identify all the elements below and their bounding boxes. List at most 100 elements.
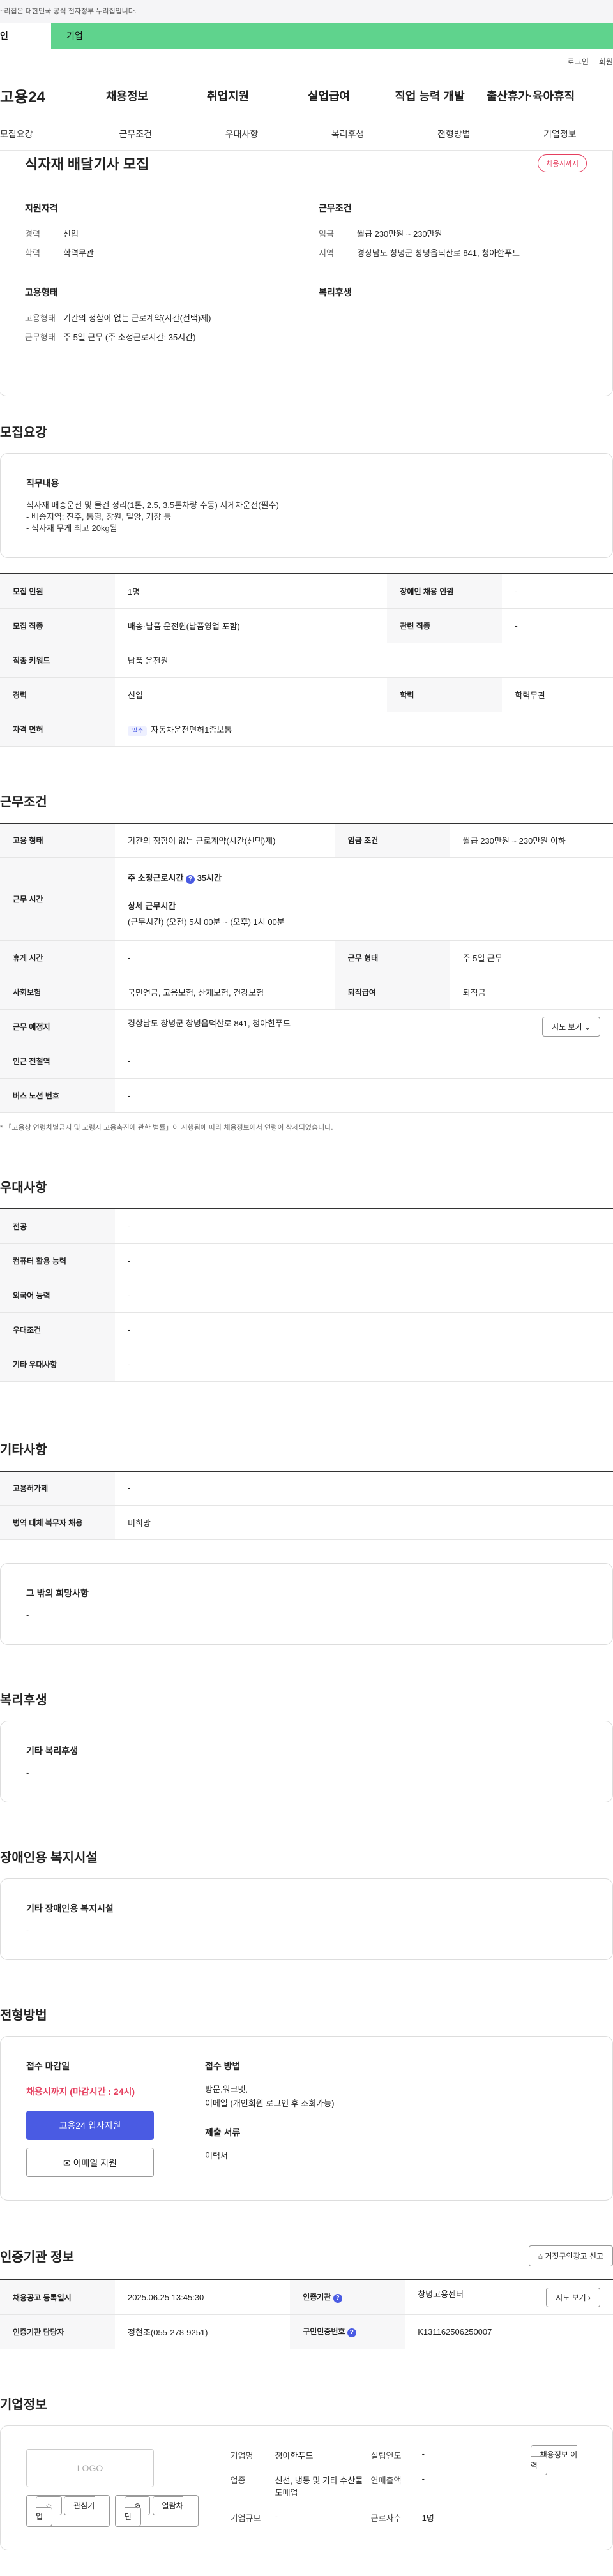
deadline-badge: 채용시까지 bbox=[538, 154, 587, 172]
deadline-value: 채용시까지 (마감시간 : 24시) bbox=[26, 2086, 135, 2097]
table-row: 외국어 능력 - bbox=[0, 1278, 613, 1313]
duty-box: 직무내용 식자재 배송운전 및 물건 정리(1톤, 2.5, 3.5톤차량 수동… bbox=[0, 453, 613, 558]
cell-value: - bbox=[115, 940, 335, 975]
docs-label: 제출 서류 bbox=[205, 2127, 241, 2138]
info-icon[interactable]: ? bbox=[185, 874, 195, 884]
cell-label: 기타 우대사항 bbox=[0, 1347, 115, 1382]
cell-label: 장애인 채용 인원 bbox=[387, 574, 503, 609]
employees-label: 근로자수 bbox=[370, 2513, 402, 2523]
company-name-label: 기업명 bbox=[230, 2450, 254, 2460]
region-value: 경상남도 창녕군 창녕읍덕산로 841, 청아한푸드 bbox=[357, 248, 520, 258]
cell-label: 관련 직종 bbox=[387, 608, 503, 643]
table-row: 사회보험 국민연금, 고용보험, 산재보험, 건강보험 퇴직급여 퇴직금 bbox=[0, 975, 613, 1010]
table-row: 고용허가제 - bbox=[0, 1471, 613, 1506]
login-link[interactable]: 로그인 bbox=[568, 56, 589, 67]
etc-section-title: 기타사항 bbox=[0, 1442, 47, 1457]
gnb-item-parental-leave[interactable]: 출산휴가·육아휴직 bbox=[480, 87, 581, 104]
gnb-item-unemployment-benefit[interactable]: 실업급여 bbox=[278, 87, 379, 104]
join-link[interactable]: 회원 bbox=[599, 56, 613, 67]
util-links: 로그인 회원 bbox=[0, 49, 613, 74]
cell-value: 필수 자동차운전면허1종보통 bbox=[115, 712, 613, 747]
user-type-tabs: 인 기업 bbox=[0, 23, 613, 49]
table-row: 우대조건 - bbox=[0, 1312, 613, 1347]
favorite-company-button[interactable]: ☆ 관심기업 bbox=[26, 2494, 110, 2527]
table-row: 모집 인원 1명 장애인 채용 인원 - bbox=[0, 574, 613, 609]
sales-label: 연매출액 bbox=[370, 2476, 402, 2486]
gnb-item-employment-support[interactable]: 취업지원 bbox=[178, 87, 278, 104]
welfare-section-title: 복리후생 bbox=[0, 1693, 47, 1707]
gnb-item-jobs[interactable]: 채용정보 bbox=[77, 87, 178, 104]
lnb-apply[interactable]: 전형방법 bbox=[401, 128, 507, 140]
cell-value: K131162506250007 bbox=[405, 2314, 613, 2349]
global-nav: 고용24 채용정보 취업지원 실업급여 직업 능력 개발 출산휴가·육아휴직 bbox=[0, 74, 613, 117]
required-tag: 필수 bbox=[128, 726, 148, 736]
education-label: 학력 bbox=[25, 248, 40, 258]
map-button[interactable]: 지도 보기 ⌄ bbox=[542, 1017, 600, 1037]
weekly-hours-label: 주 소정근로시간 bbox=[128, 872, 184, 883]
condition-heading: 근무조건 bbox=[319, 203, 352, 213]
education-value: 학력무관 bbox=[63, 248, 94, 258]
lnb-pref[interactable]: 우대사항 bbox=[188, 128, 294, 140]
table-row: 버스 노선 번호 - bbox=[0, 1078, 613, 1113]
work-time-cell: 주 소정근로시간 ? 35시간 상세 근무시간 (근무시간) (오전) 5시 0… bbox=[115, 857, 613, 941]
block-view-button[interactable]: ⊘ 열람차단 bbox=[115, 2494, 199, 2527]
hope-title: 그 밖의 희망사항 bbox=[26, 1588, 89, 1598]
disabled-box-value: - bbox=[26, 1926, 29, 1935]
size-value: - bbox=[275, 2511, 278, 2521]
cell-value: 배송·납품 운전원(납품영업 포함) bbox=[115, 608, 388, 643]
tab-person[interactable]: 인 bbox=[0, 23, 51, 49]
map-button[interactable]: 지도 보기 › bbox=[546, 2287, 600, 2307]
lnb-company[interactable]: 기업정보 bbox=[507, 128, 613, 140]
cert-no-label: 구인인증번호 bbox=[303, 2327, 345, 2336]
job-history-button[interactable]: 채용정보 이력 bbox=[530, 2445, 578, 2475]
cell-value: - bbox=[115, 1078, 613, 1113]
place-value: 경상남도 창녕군 창녕읍덕산로 841, 청아한푸드 bbox=[128, 1019, 291, 1028]
cell-value: - bbox=[115, 1209, 613, 1244]
welfare-summary-block: 복리후생 bbox=[319, 286, 587, 347]
gnb-item-vocational-training[interactable]: 직업 능력 개발 bbox=[379, 87, 480, 104]
size-label: 기업규모 bbox=[230, 2513, 261, 2523]
employment-block: 고용형태 고용형태 기간의 정함이 없는 근로계약(시간(선택)제) 근무형태 주 … bbox=[25, 286, 293, 347]
lnb-work[interactable]: 근무조건 bbox=[82, 128, 188, 140]
tab-company[interactable]: 기업 bbox=[51, 23, 115, 49]
cell-label: 병역 대체 복무자 채용 bbox=[0, 1505, 115, 1540]
mail-icon: ✉ bbox=[63, 2158, 71, 2168]
cell-value: 기간의 정함이 없는 근로계약(시간(선택)제) bbox=[115, 823, 335, 858]
disabled-box: 기타 장애인용 복지시설 - bbox=[0, 1878, 613, 1960]
hope-box: 그 밖의 희망사항 - bbox=[0, 1563, 613, 1645]
email-apply-label: 이메일 지원 bbox=[73, 2158, 117, 2168]
cert-head: 인증기관 정보 ⌂ 거짓구인광고 신고 bbox=[0, 2245, 613, 2266]
table-row: 자격 면허 필수 자동차운전면허1종보통 bbox=[0, 712, 613, 747]
cell-value: - bbox=[115, 1243, 613, 1278]
cell-label: 고용허가제 bbox=[0, 1471, 115, 1506]
apply-method-col: 접수 방법 방문,워크넷, 이메일 (개인회원 로그인 후 조회가능) 제출 서… bbox=[205, 2060, 335, 2177]
employment-heading: 고용형태 bbox=[25, 287, 58, 297]
info-icon[interactable]: ? bbox=[333, 2294, 342, 2303]
info-icon[interactable]: ? bbox=[347, 2328, 356, 2337]
cell-value: 월급 230만원 ~ 230만원 이하 bbox=[450, 823, 613, 858]
lnb-recruit[interactable]: 모집요강 bbox=[0, 128, 82, 140]
email-apply-button[interactable]: ✉ 이메일 지원 bbox=[26, 2148, 154, 2177]
site-logo[interactable]: 고용24 bbox=[0, 84, 77, 107]
hope-value: - bbox=[26, 1610, 29, 1620]
report-fake-ad-button[interactable]: ⌂ 거짓구인광고 신고 bbox=[528, 2245, 613, 2266]
work-table: 고용 형태 기간의 정함이 없는 근로계약(시간(선택)제) 임금 조건 월급 … bbox=[0, 822, 613, 1113]
cell-value: 국민연금, 고용보험, 산재보험, 건강보험 bbox=[115, 975, 335, 1010]
apply-button[interactable]: 고용24 입사지원 bbox=[26, 2111, 154, 2140]
employees-value: 1명 bbox=[421, 2513, 434, 2523]
table-row: 전공 - bbox=[0, 1209, 613, 1244]
table-row: 직종 키워드 납품 운전원 bbox=[0, 643, 613, 678]
year-value: - bbox=[421, 2448, 425, 2459]
lnb-welfare[interactable]: 복리후생 bbox=[295, 128, 401, 140]
cell-label: 버스 노선 번호 bbox=[0, 1078, 115, 1113]
cell-label: 고용 형태 bbox=[0, 823, 115, 858]
condition-block: 근무조건 임금 월급 230만원 ~ 230만원 지역 경상남도 창녕군 창녕읍덕산… bbox=[319, 202, 587, 263]
cell-value: 비희망 bbox=[115, 1505, 613, 1540]
gov-notice-text: ~리집은 대한민국 공식 전자정부 누리집입니다. bbox=[0, 8, 137, 15]
cell-label: 직종 키워드 bbox=[0, 643, 115, 678]
cell-value: - bbox=[115, 1044, 613, 1079]
cell-label: 근무 예정지 bbox=[0, 1009, 115, 1044]
cell-value: 1명 bbox=[115, 574, 388, 609]
cell-label: 우대조건 bbox=[0, 1312, 115, 1347]
welfare-heading: 복리후생 bbox=[319, 287, 352, 297]
